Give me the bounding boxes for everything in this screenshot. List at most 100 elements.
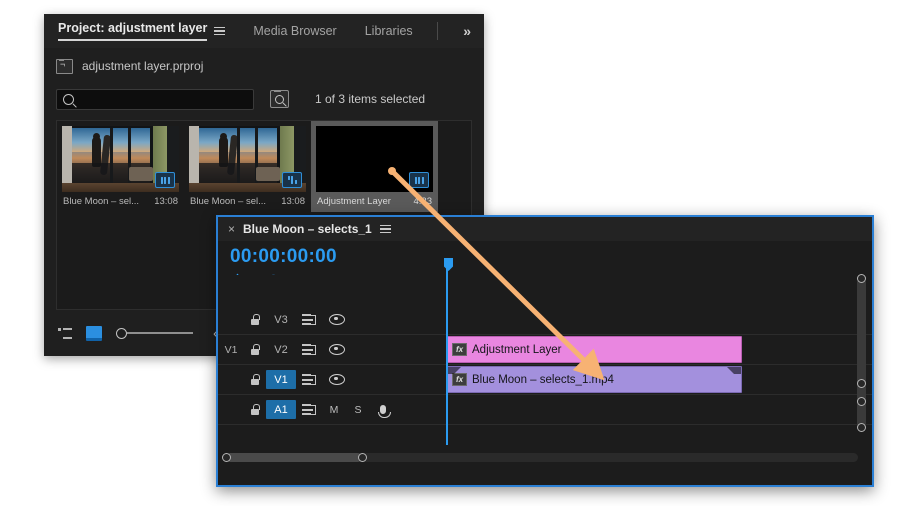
track-header-v1: V1 [218, 365, 440, 394]
thumbnail-image [62, 126, 179, 192]
track-resize-dot-3[interactable] [857, 423, 866, 432]
bin-item-1[interactable]: Blue Moon – sel... 13:08 [184, 121, 311, 212]
tab-project[interactable]: Project: adjustment layer [44, 14, 239, 48]
breadcrumb: adjustment layer.prproj [44, 48, 484, 78]
sync-lock-icon [302, 374, 316, 385]
toggle-track-output-v2[interactable] [322, 344, 352, 355]
parent-bin-icon[interactable] [56, 58, 73, 74]
track-name-v2[interactable]: V2 [266, 340, 296, 359]
track-body-a1[interactable] [440, 395, 872, 424]
icon-view-icon[interactable] [86, 325, 102, 341]
lock-track-v1-button[interactable] [244, 374, 266, 385]
bin-item-name: Blue Moon – sel... [63, 196, 140, 207]
search-icon [63, 93, 74, 105]
list-view-icon[interactable] [58, 327, 72, 339]
sequence-tab-label[interactable]: Blue Moon – selects_1 [243, 222, 372, 236]
close-icon[interactable]: × [228, 223, 235, 235]
eye-icon [329, 344, 345, 355]
clip-label: Adjustment Layer [472, 343, 562, 356]
sync-lock-icon [302, 404, 316, 415]
items-selected-status: 1 of 3 items selected [315, 92, 426, 106]
eye-icon [329, 374, 345, 385]
thumbnail-caption: Blue Moon – sel... 13:08 [62, 192, 179, 212]
track-row-a1[interactable]: A1 M S [218, 395, 872, 425]
mic-glyph [377, 405, 391, 418]
thumbnail-image [189, 126, 306, 192]
playhead-timecode[interactable]: 00:00:00:00 [230, 246, 337, 268]
track-spacer [218, 275, 872, 305]
bin-item-duration: 13:08 [154, 196, 178, 207]
bin-item-duration: 13:08 [281, 196, 305, 207]
scroll-handle-top[interactable] [857, 274, 866, 283]
tab-media-browser[interactable]: Media Browser [239, 14, 350, 48]
video-icon [155, 172, 175, 188]
zoom-handle-left[interactable] [222, 453, 231, 462]
tabbar-divider [436, 22, 438, 40]
mute-track-button[interactable]: M [322, 404, 346, 416]
bin-item-name: Adjustment Layer [317, 196, 391, 207]
hamburger-icon[interactable] [214, 26, 226, 36]
bin-item-0[interactable]: Blue Moon – sel... 13:08 [57, 121, 184, 212]
zoom-slider[interactable] [116, 327, 193, 339]
sync-lock-a1-button[interactable] [296, 404, 322, 415]
zoom-handle-right[interactable] [358, 453, 367, 462]
lock-track-a1-button[interactable] [244, 404, 266, 415]
clip-adjustment-layer[interactable]: fx Adjustment Layer [446, 336, 742, 363]
track-row-v1[interactable]: V1 fx Blue Moon – selects_1.mp4 [218, 365, 872, 395]
lock-icon [251, 374, 260, 385]
zoom-slider-knob[interactable] [116, 327, 127, 339]
thumbnail-image [316, 126, 433, 192]
track-name-a1[interactable]: A1 [266, 400, 296, 419]
source-indicator-v2[interactable]: V1 [218, 344, 244, 356]
track-row-v3[interactable]: V3 [218, 305, 872, 335]
tab-libraries-label: Libraries [364, 24, 413, 38]
track-body-v1[interactable]: fx Blue Moon – selects_1.mp4 [440, 365, 872, 394]
search-input[interactable] [56, 88, 254, 110]
thumbnail-caption: Adjustment Layer 4:23 [316, 192, 433, 212]
sync-lock-icon [302, 314, 316, 325]
timeline-panel: × Blue Moon – selects_1 00:00:00:00 V3 V… [216, 215, 874, 487]
lock-track-v2-button[interactable] [244, 344, 266, 355]
lock-icon [251, 344, 260, 355]
zoom-slider-track [127, 332, 193, 334]
track-resize-dot-1[interactable] [857, 379, 866, 388]
solo-track-button[interactable]: S [346, 404, 370, 416]
audio-video-icon [282, 172, 302, 188]
horizontal-scrollbar[interactable] [222, 453, 858, 462]
bin-item-2[interactable]: Adjustment Layer 4:23 [311, 121, 438, 212]
track-resize-dot-2[interactable] [857, 397, 866, 406]
video-icon [409, 172, 429, 188]
clip-out-notch [727, 367, 741, 381]
track-header-v3: V3 [218, 305, 440, 334]
thumbnail-grid: Blue Moon – sel... 13:08 Blue Moon – sel… [57, 121, 471, 212]
track-body-v2[interactable]: fx Adjustment Layer [440, 335, 872, 364]
track-name-v1[interactable]: V1 [266, 370, 296, 389]
timeline-track-area: V3 V1 V2 fx Adjustment Layer V1 fx Blue … [218, 274, 872, 445]
sync-lock-v3-button[interactable] [296, 314, 322, 325]
toggle-track-output-v3[interactable] [322, 314, 352, 325]
project-panel-tabbar: Project: adjustment layer Media Browser … [44, 14, 484, 48]
hamburger-icon[interactable] [379, 224, 391, 234]
track-name-v3[interactable]: V3 [266, 310, 296, 329]
thumbnail-caption: Blue Moon – sel... 13:08 [189, 192, 306, 212]
find-icon [275, 94, 284, 104]
tab-overflow-icon[interactable]: » [459, 23, 484, 39]
toggle-track-output-v1[interactable] [322, 374, 352, 385]
lock-icon [251, 314, 260, 325]
playhead[interactable] [446, 259, 448, 445]
bin-item-duration: 4:23 [413, 196, 433, 207]
sync-lock-v1-button[interactable] [296, 374, 322, 385]
sync-lock-v2-button[interactable] [296, 344, 322, 355]
lock-track-v3-button[interactable] [244, 314, 266, 325]
sync-lock-icon [302, 344, 316, 355]
screenshot-stage: Project: adjustment layer Media Browser … [0, 0, 900, 506]
find-button[interactable] [270, 90, 289, 108]
voiceover-mic-icon[interactable] [370, 405, 396, 418]
horizontal-scrollbar-thumb[interactable] [226, 453, 362, 462]
tab-libraries[interactable]: Libraries [351, 14, 427, 48]
clip-blue-moon-selects-1[interactable]: fx Blue Moon – selects_1.mp4 [446, 366, 742, 393]
track-body-v3[interactable] [440, 305, 872, 334]
track-row-v2[interactable]: V1 V2 fx Adjustment Layer [218, 335, 872, 365]
timeline-footer [218, 445, 872, 485]
eye-icon [329, 314, 345, 325]
